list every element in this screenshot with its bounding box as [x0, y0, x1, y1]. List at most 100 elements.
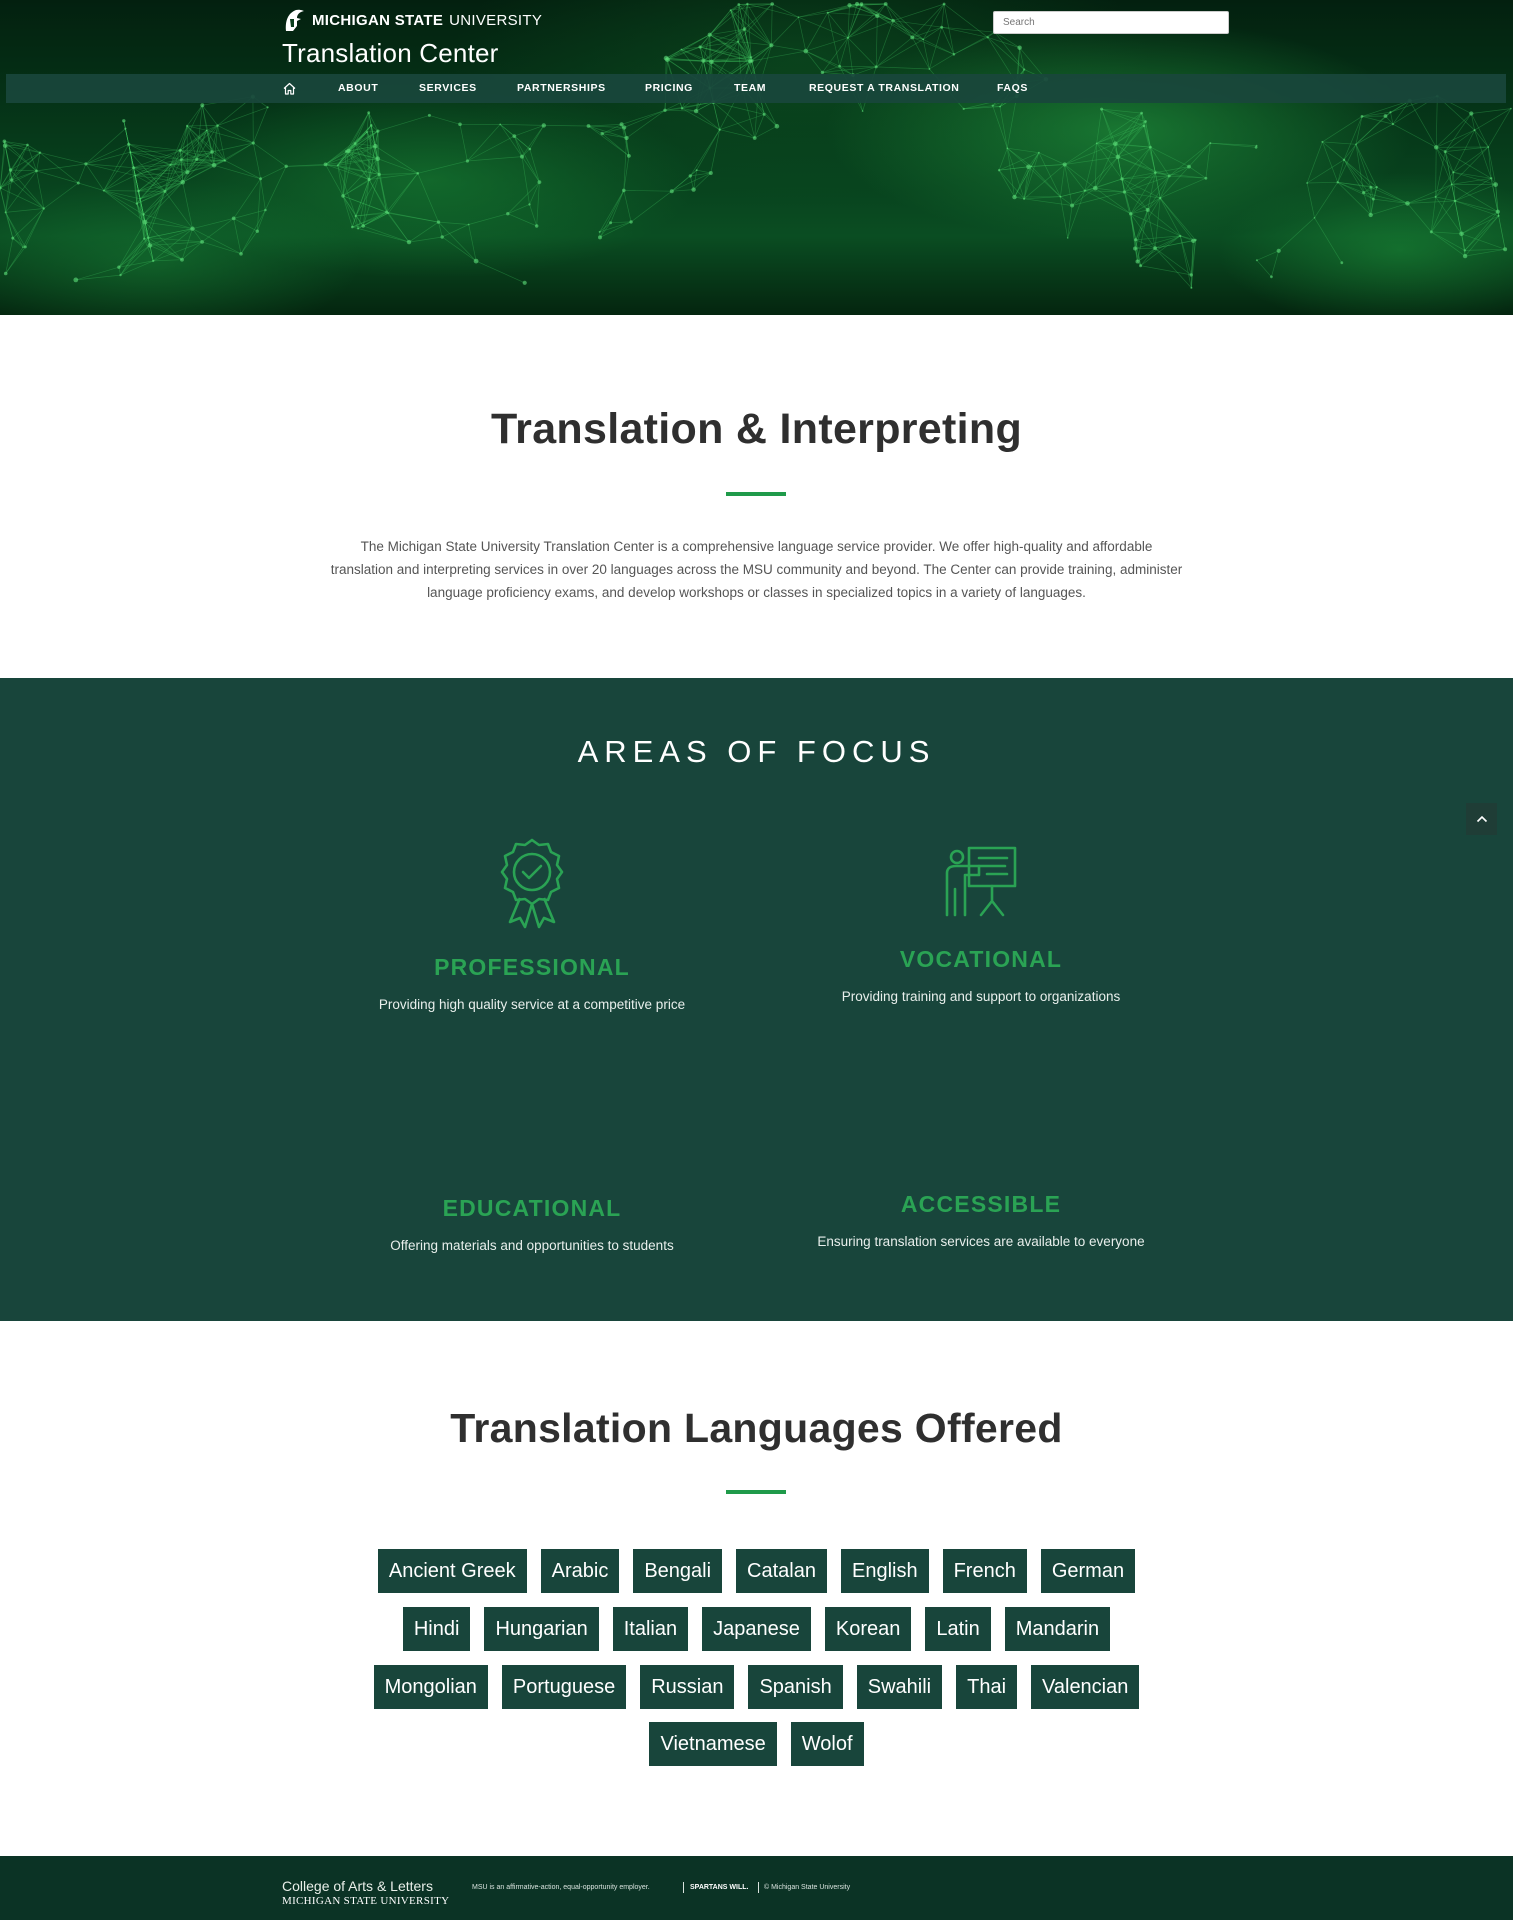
mesh-edge — [827, 12, 840, 67]
mesh-edge — [148, 228, 193, 239]
mesh-edge — [822, 37, 849, 73]
language-chip[interactable]: Swahili — [856, 1665, 943, 1709]
back-to-top-button[interactable] — [1466, 803, 1497, 835]
focus-heading: AREAS OF FOCUS — [577, 734, 936, 769]
mesh-node — [147, 243, 153, 248]
mesh-node — [10, 178, 14, 182]
mesh-edge — [475, 260, 525, 284]
mesh-edge — [623, 190, 632, 222]
footer-spartans-will[interactable]: SPARTANS WILL. — [690, 1884, 748, 1891]
mesh-edge — [876, 66, 930, 70]
language-chip[interactable]: French — [942, 1549, 1027, 1593]
language-chip[interactable]: Hungarian — [484, 1607, 599, 1651]
nav-pricing[interactable]: PRICING — [645, 82, 693, 94]
nav-team[interactable]: TEAM — [734, 82, 766, 94]
mesh-edge — [847, 20, 894, 39]
mesh-edge — [1095, 178, 1123, 189]
language-chip[interactable]: Spanish — [748, 1665, 843, 1709]
mesh-node — [180, 179, 185, 185]
home-icon[interactable] — [282, 81, 297, 96]
nav-faqs[interactable]: FAQS — [997, 82, 1028, 94]
mesh-node — [1133, 246, 1138, 251]
language-chip[interactable]: German — [1040, 1549, 1136, 1593]
site-title[interactable]: Translation Center — [282, 38, 499, 69]
language-chip[interactable]: Korean — [824, 1607, 912, 1651]
mesh-edge — [5, 208, 44, 213]
mesh-edge — [994, 31, 1020, 48]
mesh-node — [132, 166, 136, 170]
mesh-edge — [467, 156, 523, 162]
mesh-node — [35, 169, 38, 173]
mesh-node — [1145, 207, 1150, 212]
language-chip[interactable]: Mandarin — [1004, 1607, 1111, 1651]
language-chip[interactable]: Mongolian — [373, 1665, 488, 1709]
mesh-edge — [730, 10, 753, 62]
language-chip[interactable]: Latin — [925, 1607, 991, 1651]
mesh-node — [1189, 273, 1193, 277]
footer-employer-note: MSU is an affirmative-action, equal-oppo… — [472, 1884, 650, 1891]
language-chip[interactable]: Wolof — [790, 1722, 864, 1766]
mesh-node — [1510, 107, 1512, 110]
language-chip[interactable]: Russian — [640, 1665, 735, 1709]
mesh-node — [341, 194, 345, 198]
mesh-node — [134, 174, 137, 177]
language-chip[interactable]: Japanese — [702, 1607, 811, 1651]
mesh-edge — [1256, 250, 1279, 261]
msu-wordmark[interactable]: MICHIGAN STATE UNIVERSITY — [282, 6, 542, 34]
language-chip[interactable]: Thai — [956, 1665, 1018, 1709]
mesh-node — [663, 108, 667, 113]
mesh-node — [23, 245, 27, 249]
mesh-edge — [1064, 164, 1073, 206]
mesh-edge — [1435, 147, 1437, 197]
mesh-node — [190, 226, 195, 231]
mesh-edge — [1256, 260, 1272, 278]
mesh-node — [353, 142, 357, 145]
mesh-edge — [623, 190, 672, 192]
language-chip[interactable]: Vietnamese — [649, 1722, 777, 1766]
mesh-edge — [467, 135, 515, 162]
nav-partnerships[interactable]: PARTNERSHIPS — [517, 82, 606, 94]
mesh-edge — [1067, 205, 1073, 238]
language-chip[interactable]: Bengali — [633, 1549, 723, 1593]
footer-college-name[interactable]: College of Arts & Letters — [282, 1878, 433, 1894]
award-ribbon-icon — [500, 838, 564, 929]
mesh-edge — [772, 3, 799, 18]
language-chip[interactable]: Italian — [612, 1607, 689, 1651]
language-chip[interactable]: Catalan — [736, 1549, 827, 1593]
mesh-edge — [1407, 200, 1456, 204]
mesh-edge — [233, 218, 258, 232]
mesh-node — [8, 168, 13, 172]
mesh-edge — [1435, 113, 1472, 148]
mesh-edge — [75, 274, 121, 281]
mesh-node — [797, 16, 800, 19]
mesh-edge — [252, 142, 261, 179]
mesh-node — [1255, 259, 1258, 262]
nav-request-translation[interactable]: REQUEST A TRANSLATION — [809, 82, 959, 94]
mesh-node — [1383, 114, 1388, 118]
language-chip[interactable]: Arabic — [540, 1549, 620, 1593]
mesh-node — [598, 235, 602, 240]
mesh-node — [600, 131, 604, 136]
language-chip[interactable]: Portuguese — [501, 1665, 627, 1709]
mesh-edge — [143, 214, 193, 230]
nav-services[interactable]: SERVICES — [419, 82, 477, 94]
language-chip[interactable]: Ancient Greek — [377, 1549, 527, 1593]
mesh-edge — [1060, 164, 1066, 197]
mesh-node — [406, 239, 412, 245]
mesh-node — [185, 170, 190, 175]
language-chip[interactable]: Hindi — [402, 1607, 471, 1651]
languages-heading: Translation Languages Offered — [450, 1405, 1063, 1451]
footer-university-name[interactable]: MICHIGAN STATE UNIVERSITY — [282, 1895, 449, 1907]
mesh-node — [774, 123, 780, 129]
mesh-node — [1276, 248, 1281, 253]
mesh-edge — [36, 170, 79, 184]
nav-about[interactable]: ABOUT — [338, 82, 378, 94]
language-chip[interactable]: English — [840, 1549, 929, 1593]
mesh-edge — [417, 160, 468, 174]
language-chip[interactable]: Valencian — [1031, 1665, 1140, 1709]
hero-banner: MICHIGAN STATE UNIVERSITY Translation Ce… — [0, 0, 1513, 315]
mesh-edge — [388, 173, 419, 214]
mesh-node — [499, 123, 502, 126]
search-input[interactable] — [993, 11, 1229, 34]
mesh-edge — [610, 190, 625, 223]
